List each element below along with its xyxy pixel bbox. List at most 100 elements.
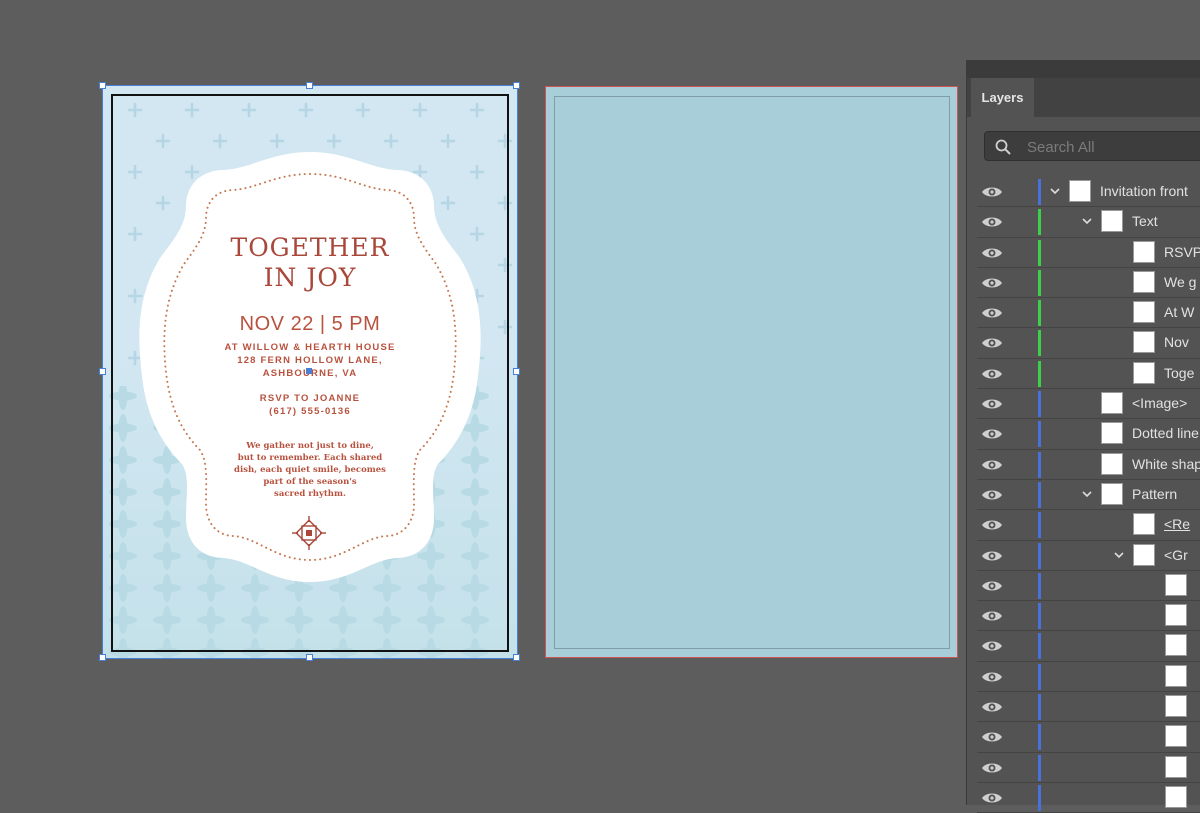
layer-row[interactable]: <Re (977, 510, 1200, 541)
visibility-eye-icon[interactable] (981, 760, 1003, 776)
layer-name[interactable]: Pattern (1132, 486, 1177, 502)
layer-row[interactable]: Invitation front (977, 177, 1200, 208)
layer-color-bar (1038, 391, 1041, 418)
visibility-eye-icon[interactable] (981, 335, 1003, 351)
layer-thumbnail (1133, 543, 1155, 566)
visibility-eye-icon[interactable] (981, 699, 1003, 715)
layer-color-bar (1038, 239, 1041, 266)
layer-thumbnail (1133, 361, 1155, 384)
layer-row[interactable]: We g (977, 268, 1200, 299)
layer-thumbnail (1101, 210, 1123, 233)
resize-handle-top-left[interactable] (99, 82, 106, 89)
chevron-down-icon[interactable] (1113, 549, 1125, 561)
layers-search-box[interactable] (984, 131, 1200, 161)
resize-handle-bottom[interactable] (306, 654, 313, 661)
layer-color-bar (1038, 784, 1041, 811)
selection-center-point (306, 368, 312, 374)
layer-row[interactable]: <Gr (977, 541, 1200, 571)
blank-artboard[interactable] (545, 86, 958, 658)
artboard-bleed-guide (554, 96, 950, 649)
layer-row[interactable] (977, 631, 1200, 662)
tab-layers[interactable]: Layers (971, 78, 1034, 117)
chevron-down-icon[interactable] (1081, 488, 1093, 500)
visibility-eye-icon[interactable] (981, 729, 1003, 745)
layer-row[interactable] (977, 783, 1200, 813)
layer-row[interactable] (977, 571, 1200, 602)
resize-handle-right[interactable] (513, 368, 520, 375)
layer-row[interactable]: Nov (977, 328, 1200, 359)
layer-color-bar (1038, 451, 1041, 478)
layer-name[interactable]: We g (1164, 274, 1196, 290)
layer-thumbnail (1133, 270, 1155, 293)
layer-row[interactable]: White shape (977, 450, 1200, 480)
search-input[interactable] (1025, 136, 1200, 158)
layer-name[interactable]: White shape (1132, 456, 1200, 472)
resize-handle-bottom-right[interactable] (513, 654, 520, 661)
visibility-eye-icon[interactable] (981, 245, 1003, 261)
visibility-eye-icon[interactable] (981, 608, 1003, 624)
layer-thumbnail (1069, 180, 1091, 202)
visibility-eye-icon[interactable] (981, 457, 1003, 473)
layer-thumbnail (1165, 573, 1187, 596)
layer-name[interactable]: <Image> (1132, 395, 1187, 411)
panel-tab-bar: Layers (967, 78, 1200, 117)
panel-header-bar[interactable] (967, 60, 1200, 78)
resize-handle-bottom-left[interactable] (99, 654, 106, 661)
chevron-down-icon[interactable] (1081, 215, 1093, 227)
layer-row[interactable] (977, 722, 1200, 753)
visibility-eye-icon[interactable] (981, 184, 1003, 200)
layer-color-bar (1038, 694, 1041, 721)
layer-thumbnail (1165, 664, 1187, 687)
layer-color-bar (1038, 481, 1041, 508)
visibility-eye-icon[interactable] (981, 214, 1003, 230)
layer-row[interactable]: RSVP (977, 238, 1200, 268)
layer-color-bar (1038, 633, 1041, 660)
layer-row[interactable] (977, 601, 1200, 632)
layer-row[interactable] (977, 753, 1200, 783)
layer-color-bar (1038, 572, 1041, 599)
layer-row[interactable] (977, 692, 1200, 723)
layer-name[interactable]: <Re (1164, 516, 1190, 532)
layer-row[interactable]: Text (977, 207, 1200, 238)
visibility-eye-icon[interactable] (981, 305, 1003, 321)
visibility-eye-icon[interactable] (981, 275, 1003, 291)
visibility-eye-icon[interactable] (981, 487, 1003, 503)
visibility-eye-icon[interactable] (981, 426, 1003, 442)
resize-handle-left[interactable] (99, 368, 106, 375)
resize-handle-top[interactable] (306, 82, 313, 89)
layer-row[interactable]: Toge (977, 359, 1200, 390)
layer-thumbnail (1101, 422, 1123, 445)
visibility-eye-icon[interactable] (981, 790, 1003, 806)
layer-name[interactable]: <Gr (1164, 547, 1188, 563)
visibility-eye-icon[interactable] (981, 396, 1003, 412)
layer-color-bar (1038, 663, 1041, 690)
layer-row[interactable] (977, 662, 1200, 693)
layer-name[interactable]: Toge (1164, 365, 1194, 381)
layer-name[interactable]: Invitation front (1100, 183, 1188, 199)
layers-panel: Layers Invitation front Text RSVP We g At W N… (966, 60, 1200, 813)
search-icon (995, 139, 1011, 155)
chevron-down-icon[interactable] (1049, 185, 1061, 197)
layer-row[interactable]: At W (977, 298, 1200, 329)
layer-name[interactable]: Nov (1164, 334, 1189, 350)
layer-row[interactable]: <Image> (977, 389, 1200, 420)
visibility-eye-icon[interactable] (981, 517, 1003, 533)
visibility-eye-icon[interactable] (981, 669, 1003, 685)
visibility-eye-icon[interactable] (981, 366, 1003, 382)
resize-handle-top-right[interactable] (513, 82, 520, 89)
visibility-eye-icon[interactable] (981, 638, 1003, 654)
layer-name[interactable]: Text (1132, 213, 1158, 229)
layer-thumbnail (1101, 482, 1123, 505)
layer-thumbnail (1133, 513, 1155, 536)
visibility-eye-icon[interactable] (981, 548, 1003, 564)
layer-name[interactable]: RSVP (1164, 244, 1200, 260)
layers-list: Invitation front Text RSVP We g At W Nov Toge <… (977, 177, 1200, 813)
layer-name[interactable]: Dotted line (1132, 425, 1199, 441)
layer-name[interactable]: At W (1164, 304, 1194, 320)
layer-row[interactable]: Dotted line (977, 419, 1200, 450)
layer-color-bar (1038, 269, 1041, 296)
layer-thumbnail (1133, 301, 1155, 324)
visibility-eye-icon[interactable] (981, 578, 1003, 594)
layer-color-bar (1038, 209, 1041, 236)
layer-row[interactable]: Pattern (977, 480, 1200, 511)
